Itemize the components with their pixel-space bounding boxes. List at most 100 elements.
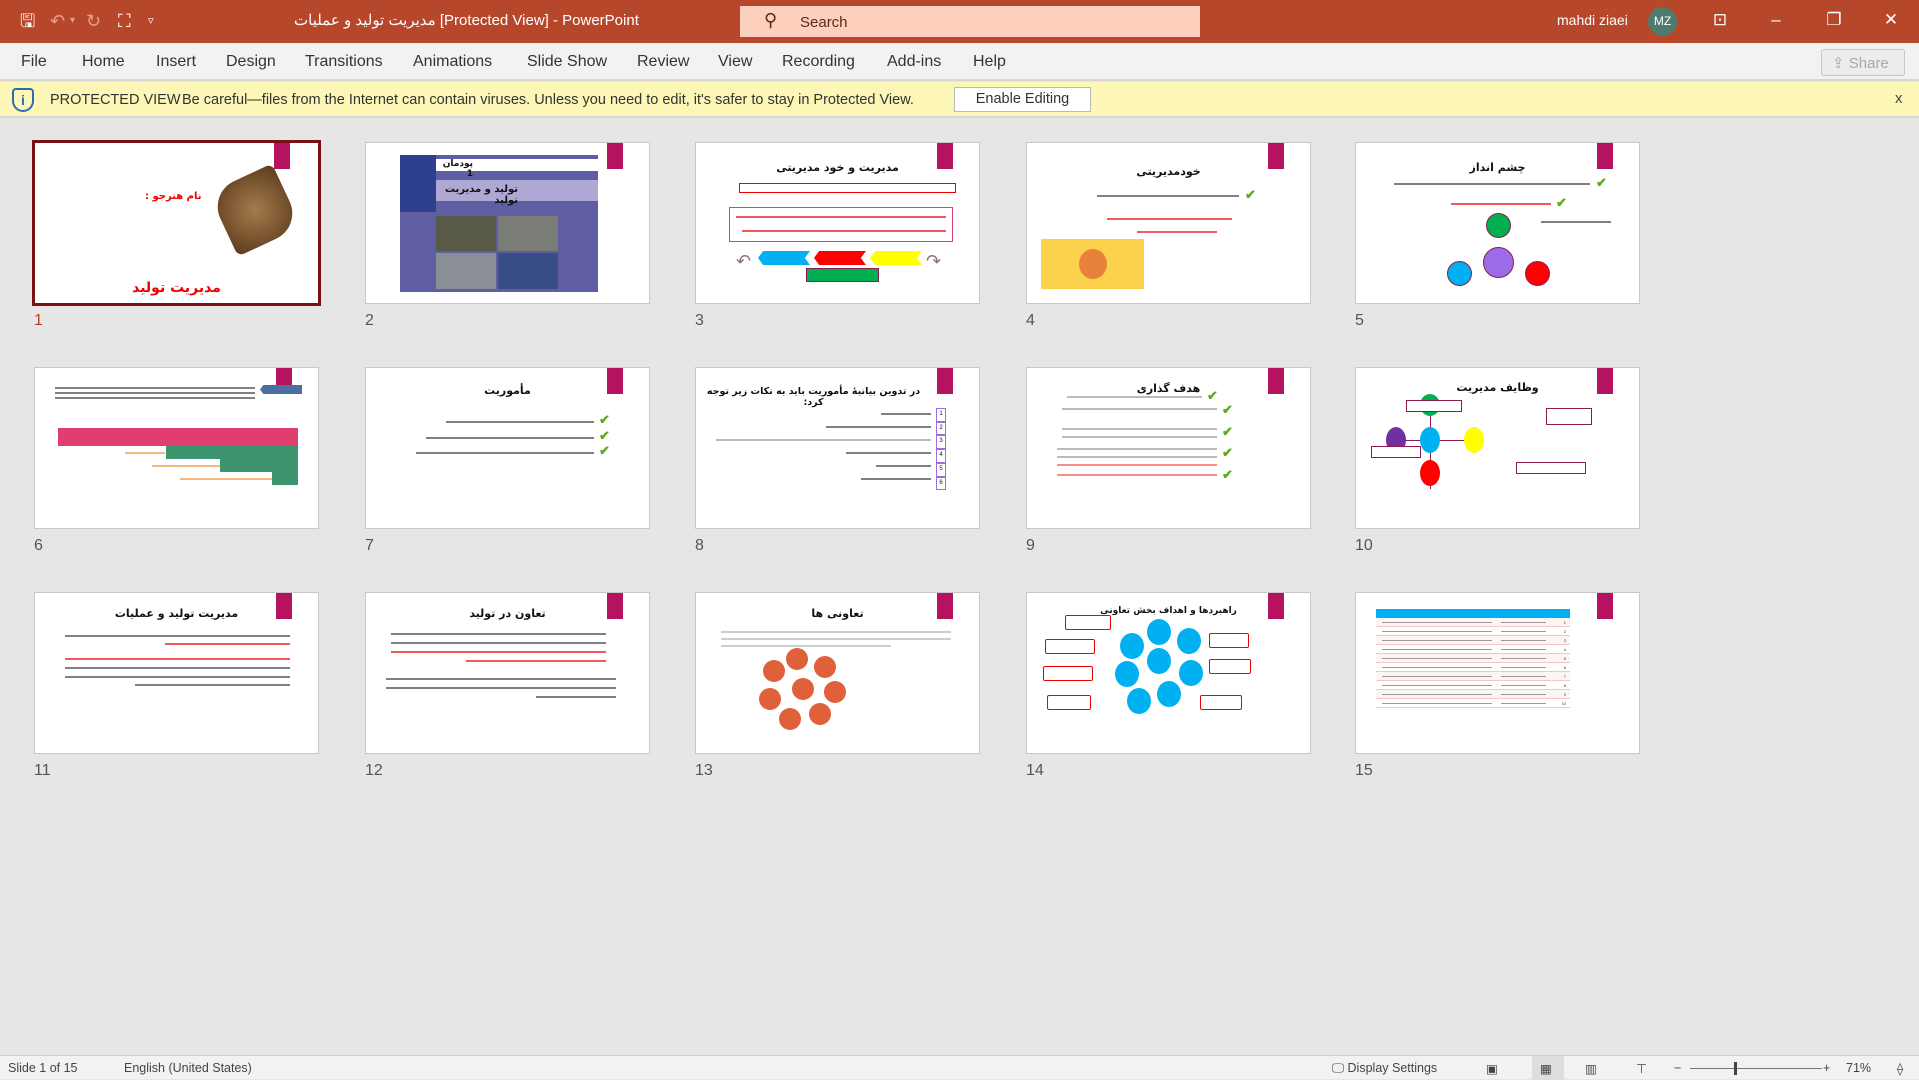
undo-dropdown-icon[interactable]: ▾ <box>70 10 75 32</box>
checkmark-icon: ✔ <box>1222 424 1233 439</box>
cover-title: تولید و مدیریت تولید <box>436 180 598 206</box>
slide-title: تعاون در تولید <box>469 607 546 620</box>
list-number: 1 <box>936 408 946 422</box>
redo-icon[interactable]: ↻ <box>86 10 101 32</box>
slide-number: 3 <box>695 312 704 329</box>
tab-file[interactable]: File <box>21 53 47 71</box>
slide-number: 9 <box>1026 537 1035 554</box>
slide-title: مأموریت <box>484 384 531 397</box>
present-icon[interactable]: ⛶ <box>118 10 131 32</box>
slide-counter: Slide 1 of 15 <box>8 1061 78 1075</box>
table-row: 3 <box>1376 636 1570 645</box>
slide-thumbnail-3[interactable]: مدیریت و خود مدیریتی ↶ ↷ <box>695 142 980 304</box>
monitor-icon: 🖵 <box>1332 1061 1348 1075</box>
display-settings-label: Display Settings <box>1347 1061 1438 1075</box>
list-number: 6 <box>936 476 946 491</box>
normal-view-icon[interactable]: ▣ <box>1486 1061 1498 1076</box>
slide-thumbnail-13[interactable]: تعاونی ها <box>695 592 980 754</box>
slide-thumbnail-10[interactable]: وظایف مدیریت <box>1355 367 1640 529</box>
zoom-slider[interactable] <box>1690 1062 1822 1075</box>
language-indicator[interactable]: English (United States) <box>124 1061 252 1075</box>
minimize-icon[interactable]: – <box>1764 10 1788 30</box>
table-row: 9 <box>1376 690 1570 699</box>
zoom-slider-thumb[interactable] <box>1733 1062 1737 1075</box>
slide-thumbnail-5[interactable]: چشم انداز ✔ ✔ <box>1355 142 1640 304</box>
checkmark-icon: ✔ <box>1556 195 1567 210</box>
user-name[interactable]: mahdi ziaei <box>1557 12 1628 28</box>
slide-thumbnail-1[interactable]: نام هنرجو : مدیریت تولید <box>32 140 321 306</box>
row-number: 1 <box>1563 620 1566 625</box>
slide-number: 15 <box>1355 762 1373 779</box>
tab-transitions[interactable]: Transitions <box>305 53 383 71</box>
share-label: Share <box>1848 55 1889 72</box>
enable-editing-button[interactable]: Enable Editing <box>954 87 1091 112</box>
protected-view-bar: i PROTECTED VIEW Be careful—files from t… <box>0 82 1919 118</box>
zoom-in-icon[interactable]: + <box>1823 1061 1830 1075</box>
slide-number: 2 <box>365 312 374 329</box>
slide-marker <box>937 368 953 394</box>
row-number: 8 <box>1563 683 1566 688</box>
slide-thumbnail-8[interactable]: در تدوین بیانیهٔ مأموریت باید به نکات زی… <box>695 367 980 529</box>
list-number: 4 <box>936 449 946 463</box>
slide-sorter-view-icon[interactable]: ▦ <box>1532 1056 1564 1080</box>
tab-home[interactable]: Home <box>82 53 125 71</box>
zoom-out-icon[interactable]: − <box>1674 1061 1681 1075</box>
shield-info-icon: i <box>12 88 34 112</box>
tab-animations[interactable]: Animations <box>413 53 492 71</box>
slide-thumbnail-2[interactable]: پودمان 1 تولید و مدیریت تولید <box>365 142 650 304</box>
restore-icon[interactable]: ❐ <box>1822 10 1846 30</box>
tab-view[interactable]: View <box>718 53 752 71</box>
reading-view-icon[interactable]: ▥ <box>1585 1061 1597 1076</box>
slide-show-view-icon[interactable]: ⊤ <box>1636 1061 1647 1076</box>
close-icon[interactable]: ✕ <box>1879 10 1903 30</box>
tab-review[interactable]: Review <box>637 53 689 71</box>
row-number: 4 <box>1563 647 1566 652</box>
customize-qat-icon[interactable]: ▿ <box>148 10 154 32</box>
table-row: 2 <box>1376 627 1570 636</box>
slide-thumbnail-6[interactable] <box>34 367 319 529</box>
slide-subtitle: نام هنرجو : <box>145 191 202 202</box>
table-row: 4 <box>1376 645 1570 654</box>
undo-icon[interactable]: ↶ <box>50 10 65 32</box>
tab-recording[interactable]: Recording <box>782 53 855 71</box>
save-icon[interactable]: 🖫 <box>20 10 35 32</box>
list-number: 2 <box>936 421 946 436</box>
slide-thumbnail-11[interactable]: مدیریت تولید و عملیات <box>34 592 319 754</box>
share-button[interactable]: ⇪ Share <box>1821 49 1905 76</box>
checkmark-icon: ✔ <box>1245 187 1256 202</box>
close-icon[interactable]: x <box>1895 90 1903 107</box>
table-row: 1 <box>1376 618 1570 627</box>
slide-thumbnail-7[interactable]: مأموریت ✔ ✔ ✔ <box>365 367 650 529</box>
checkmark-icon: ✔ <box>1222 445 1233 460</box>
slide-thumbnail-9[interactable]: هدف گذاری ✔ ✔ ✔ ✔ ✔ <box>1026 367 1311 529</box>
calligraphy-image <box>208 163 302 257</box>
zoom-level[interactable]: 71% <box>1846 1061 1871 1075</box>
slide-thumbnail-14[interactable]: راهبردها و اهداف بخش تعاونی <box>1026 592 1311 754</box>
tab-slide-show[interactable]: Slide Show <box>527 53 607 71</box>
row-number: 9 <box>1563 692 1566 697</box>
table-row: 7 <box>1376 672 1570 681</box>
tab-help[interactable]: Help <box>973 53 1006 71</box>
search-box[interactable]: ⚲ Search <box>740 6 1200 37</box>
checkmark-icon: ✔ <box>599 443 610 458</box>
row-number: 6 <box>1563 665 1566 670</box>
slide-thumbnail-12[interactable]: تعاون در تولید <box>365 592 650 754</box>
slide-thumbnail-15[interactable]: 1 2 3 4 5 6 7 8 9 10 <box>1355 592 1640 754</box>
ribbon-display-options-icon[interactable]: ⊡ <box>1708 10 1732 30</box>
fit-to-window-icon[interactable]: ⟠ <box>1897 1061 1903 1076</box>
slide-number: 12 <box>365 762 383 779</box>
tab-insert[interactable]: Insert <box>156 53 196 71</box>
tab-design[interactable]: Design <box>226 53 276 71</box>
row-number: 10 <box>1561 701 1566 706</box>
document-title: مدیریت تولید و عملیات [Protected View] -… <box>294 12 639 29</box>
row-number: 3 <box>1563 638 1566 643</box>
checkmark-icon: ✔ <box>1596 175 1607 190</box>
slide-marker <box>607 143 623 169</box>
slide-thumbnail-4[interactable]: خودمدیریتی ✔ <box>1026 142 1311 304</box>
display-settings-button[interactable]: 🖵 Display Settings <box>1332 1061 1437 1076</box>
slide-title: مدیریت تولید و عملیات <box>114 607 239 620</box>
tab-add-ins[interactable]: Add-ins <box>887 53 941 71</box>
checkmark-icon: ✔ <box>599 412 610 427</box>
status-bar: Slide 1 of 15 English (United States) 🖵 … <box>0 1055 1919 1080</box>
avatar[interactable]: MZ <box>1648 7 1677 36</box>
